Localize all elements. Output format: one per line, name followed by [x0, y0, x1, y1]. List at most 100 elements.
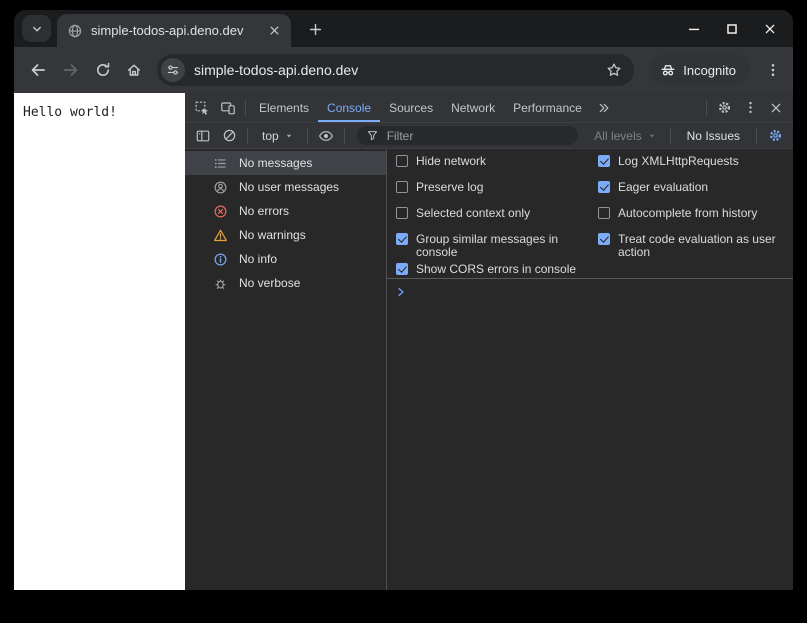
setting-label[interactable]: Selected context only — [416, 207, 530, 220]
sidebar-item-warnings[interactable]: No warnings — [185, 223, 386, 247]
block-icon — [222, 128, 237, 143]
setting-hide-network: Hide network — [396, 155, 598, 168]
filter-input[interactable] — [384, 127, 570, 144]
url-text[interactable]: simple-todos-api.deno.dev — [194, 62, 597, 78]
sidebar-item-label: No warnings — [239, 228, 306, 242]
levels-label: All levels — [594, 128, 642, 143]
devtools-close-button[interactable] — [763, 95, 789, 121]
hide-network-checkbox[interactable] — [396, 155, 408, 167]
setting-label[interactable]: Autocomplete from history — [618, 207, 757, 220]
titlebar: simple-todos-api.deno.dev — [14, 10, 793, 47]
tune-icon — [166, 63, 180, 77]
browser-menu-button[interactable] — [765, 62, 781, 78]
settings-column-right: Log XMLHttpRequests Eager evaluation Aut… — [598, 155, 793, 278]
context-selector[interactable]: top — [254, 129, 301, 143]
live-expression-button[interactable] — [314, 125, 338, 147]
back-button[interactable] — [29, 61, 47, 79]
console-settings-drawer: Hide network Preserve log Selected conte… — [387, 149, 793, 279]
divider — [245, 99, 246, 116]
group-similar-checkbox[interactable] — [396, 233, 408, 245]
sidebar-item-label: No errors — [239, 204, 290, 218]
console-prompt[interactable] — [387, 279, 793, 298]
incognito-badge: Incognito — [649, 54, 750, 86]
caret-down-icon — [648, 132, 656, 140]
browser-tab[interactable]: simple-todos-api.deno.dev — [57, 14, 291, 47]
devtools-tabbar: Elements Console Sources Network Perform… — [185, 93, 793, 123]
minimize-button[interactable] — [687, 22, 701, 36]
divider — [756, 127, 757, 144]
divider — [306, 127, 308, 144]
maximize-button[interactable] — [725, 22, 739, 36]
autocomplete-history-checkbox[interactable] — [598, 207, 610, 219]
page-viewport: Hello world! — [14, 93, 185, 590]
screen: { "browser": { "tab_title": "simple-todo… — [0, 0, 807, 623]
setting-label[interactable]: Treat code evaluation as user action — [618, 233, 777, 259]
site-settings-button[interactable] — [161, 58, 185, 82]
setting-label[interactable]: Hide network — [416, 155, 486, 168]
address-bar[interactable]: simple-todos-api.deno.dev — [157, 54, 635, 86]
settings-column-left: Hide network Preserve log Selected conte… — [396, 155, 598, 278]
log-levels-selector[interactable]: All levels — [586, 129, 663, 143]
sidebar-item-verbose[interactable]: No verbose — [185, 271, 386, 295]
console-messages-area[interactable] — [387, 298, 793, 590]
console-main: Hide network Preserve log Selected conte… — [387, 149, 793, 590]
reload-button[interactable] — [95, 62, 111, 78]
tab-performance[interactable]: Performance — [504, 93, 591, 122]
info-icon — [213, 252, 228, 267]
forward-button[interactable] — [62, 61, 80, 79]
setting-group-similar: Group similar messages in console — [396, 233, 598, 259]
tab-close-icon[interactable] — [266, 22, 283, 39]
console-filter[interactable] — [356, 126, 579, 145]
panel-left-icon — [195, 128, 211, 144]
divider — [706, 99, 707, 116]
tab-search-button[interactable] — [22, 15, 51, 42]
treat-evaluation-checkbox[interactable] — [598, 233, 610, 245]
clear-console-button[interactable] — [217, 125, 241, 147]
console-sidebar-toggle[interactable] — [191, 125, 215, 147]
context-label: top — [262, 128, 279, 143]
new-tab-button[interactable] — [302, 17, 328, 41]
preserve-log-checkbox[interactable] — [396, 181, 408, 193]
sidebar-item-messages[interactable]: No messages — [185, 151, 386, 175]
devtools-settings-button[interactable] — [711, 95, 737, 121]
browser-toolbar: simple-todos-api.deno.dev Incognito — [14, 47, 793, 93]
setting-label[interactable]: Show CORS errors in console — [416, 263, 576, 276]
setting-label[interactable]: Eager evaluation — [618, 181, 708, 194]
divider — [247, 127, 248, 144]
inspect-element-button[interactable] — [189, 95, 215, 121]
tab-console[interactable]: Console — [318, 93, 380, 122]
home-button[interactable] — [126, 62, 142, 78]
eager-evaluation-checkbox[interactable] — [598, 181, 610, 193]
bookmark-star-icon[interactable] — [606, 62, 624, 78]
sidebar-item-info[interactable]: No info — [185, 247, 386, 271]
globe-favicon-icon — [67, 23, 83, 39]
tab-elements[interactable]: Elements — [250, 93, 318, 122]
log-xhr-checkbox[interactable] — [598, 155, 610, 167]
gear-icon — [768, 128, 783, 143]
eye-icon — [318, 128, 334, 144]
issues-button[interactable]: No Issues — [677, 129, 750, 143]
sidebar-item-errors[interactable]: No errors — [185, 199, 386, 223]
close-window-button[interactable] — [763, 22, 777, 36]
error-icon — [213, 204, 228, 219]
tab-network[interactable]: Network — [442, 93, 504, 122]
show-cors-checkbox[interactable] — [396, 263, 408, 275]
chevron-down-icon — [30, 22, 44, 36]
console-settings-button[interactable] — [763, 125, 787, 147]
more-tabs-button[interactable] — [591, 95, 617, 121]
caret-down-icon — [285, 132, 293, 140]
device-toolbar-button[interactable] — [215, 95, 241, 121]
devtools-menu-button[interactable] — [737, 95, 763, 121]
setting-preserve-log: Preserve log — [396, 181, 598, 194]
page-body-text: Hello world! — [23, 105, 117, 120]
sidebar-item-label: No messages — [239, 156, 313, 170]
setting-label[interactable]: Preserve log — [416, 181, 483, 194]
browser-window: simple-todos-api.deno.dev simple-todos-a… — [14, 10, 793, 590]
setting-label[interactable]: Log XMLHttpRequests — [618, 155, 739, 168]
setting-label[interactable]: Group similar messages in console — [416, 233, 588, 259]
tab-title: simple-todos-api.deno.dev — [91, 23, 244, 38]
selected-context-checkbox[interactable] — [396, 207, 408, 219]
close-icon — [769, 101, 783, 115]
sidebar-item-user-messages[interactable]: No user messages — [185, 175, 386, 199]
tab-sources[interactable]: Sources — [380, 93, 442, 122]
